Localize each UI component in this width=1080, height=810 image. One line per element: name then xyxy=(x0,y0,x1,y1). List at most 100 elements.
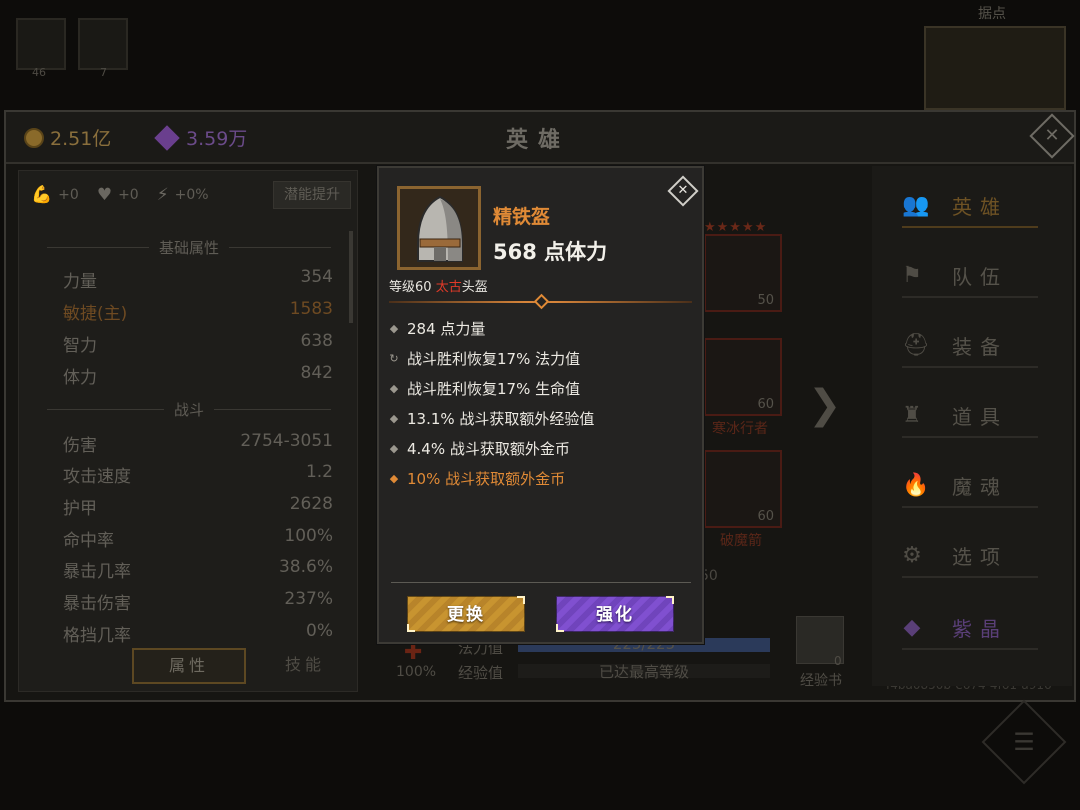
replace-button[interactable]: 更换 xyxy=(407,596,525,632)
stat-label: 体力 xyxy=(63,368,97,388)
item-quality: 太古 xyxy=(435,280,462,295)
stat-label: 命中率 xyxy=(63,531,114,551)
purple-gem-icon xyxy=(154,124,180,151)
gold-amount: 2.51亿 xyxy=(50,128,112,150)
weapon-name: 破魔箭 xyxy=(720,533,762,549)
affix-line: ◆ 284 点力量 xyxy=(389,318,486,339)
nav-item-equipment[interactable]: ⛑ 装备 xyxy=(902,324,1038,368)
nav-label: 道具 xyxy=(952,404,1008,429)
bg-skill-slot-1 xyxy=(16,18,66,70)
stat-value: 237% xyxy=(284,589,333,609)
nav-item-hero[interactable]: 👥 英雄 xyxy=(902,184,1038,228)
stats-panel: 💪 +0 ♥ +0 ⚡ +0% 潜能提升 基础属性 力量 354 敏捷(主) 1… xyxy=(18,170,358,692)
basic-attributes-label: 基础属性 xyxy=(159,239,220,257)
stat-row-hit-rate: 命中率 100% xyxy=(63,526,333,551)
stat-row-armor: 护甲 2628 xyxy=(63,494,333,519)
affix-line: ◆ 13.1% 战斗获取额外经验值 xyxy=(389,408,595,429)
speed-bonus-value: +0% xyxy=(174,187,209,203)
bg-slot-count-2: 7 xyxy=(100,66,107,79)
nav-item-items[interactable]: ♜ 道具 xyxy=(902,394,1038,438)
strength-arm-icon: 💪 xyxy=(31,185,53,205)
nav-item-crystal[interactable]: ◆ 紫晶 xyxy=(902,606,1038,650)
stat-label: 暴击伤害 xyxy=(63,594,131,614)
stat-label: 攻击速度 xyxy=(63,467,131,487)
stat-row-agility: 敏捷(主) 1583 xyxy=(63,299,333,324)
stat-value: 1.2 xyxy=(305,462,333,482)
enhance-button[interactable]: 强化 xyxy=(556,596,674,632)
button-corner xyxy=(556,624,564,632)
strength-bonus-value: +0 xyxy=(58,187,79,203)
combat-heading: 战斗 xyxy=(47,399,331,420)
helmet-icon: ⛑ xyxy=(902,332,938,358)
stats-scrollbar[interactable] xyxy=(349,231,353,323)
window-header: 2.51亿 3.59万 英雄 ✕ xyxy=(6,112,1075,164)
diamond-bullet-icon: ◆ xyxy=(389,412,399,425)
stat-row-damage: 伤害 2754-3051 xyxy=(63,431,333,456)
potential-upgrade-button[interactable]: 潜能提升 xyxy=(273,181,351,209)
crystal-icon: ◆ xyxy=(903,614,929,640)
stat-label: 护甲 xyxy=(63,499,97,519)
button-corner xyxy=(517,596,525,604)
tab-skills[interactable]: 技能 xyxy=(250,648,360,684)
nav-label: 装备 xyxy=(952,334,1008,359)
gem-display: 3.59万 xyxy=(154,124,247,151)
slot-level: 60 xyxy=(757,397,774,412)
tab-attributes[interactable]: 属性 xyxy=(132,648,246,684)
equipment-slot-boots[interactable]: 60 xyxy=(704,338,782,416)
diamond-bullet-icon: ◆ xyxy=(389,442,399,455)
nav-item-options[interactable]: ⚙ 选项 xyxy=(902,534,1038,578)
combat-label: 战斗 xyxy=(174,401,205,419)
exp-book-count: 0 xyxy=(834,654,842,668)
nav-label: 队伍 xyxy=(952,264,1008,289)
map-label: 据点 xyxy=(978,6,1006,22)
boots-name: 寒冰行者 xyxy=(712,421,768,437)
affix-text: 10% 战斗获取额外金币 xyxy=(407,470,566,488)
tooltip-bottom-divider xyxy=(391,582,691,583)
equipment-slot-weapon[interactable]: 60 xyxy=(704,450,782,528)
replace-button-label: 更换 xyxy=(447,605,485,625)
close-tooltip-button[interactable]: ✕ xyxy=(667,175,699,207)
stat-label: 智力 xyxy=(63,336,97,356)
basic-attributes-heading: 基础属性 xyxy=(47,237,331,258)
stat-label: 敏捷(主) xyxy=(63,304,128,324)
stat-label: 暴击几率 xyxy=(63,562,131,582)
slot-level: 50 xyxy=(757,293,774,308)
divider-diamond-icon xyxy=(533,293,550,310)
gold-coin-icon xyxy=(24,127,44,148)
window-title: 英雄 xyxy=(506,128,571,153)
diamond-bullet-icon: ◆ xyxy=(389,472,399,485)
next-page-arrow[interactable]: ❯ xyxy=(808,382,842,428)
stat-value: 638 xyxy=(300,331,333,351)
affix-text: 4.4% 战斗获取额外金币 xyxy=(407,440,570,458)
affix-line: ↻ 战斗胜利恢复17% 法力值 xyxy=(389,348,580,369)
affix-text: 战斗胜利恢复17% 生命值 xyxy=(407,380,581,398)
affix-text: 战斗胜利恢复17% 法力值 xyxy=(407,350,581,368)
stat-value: 842 xyxy=(300,363,333,383)
item-tooltip: 精铁盔 568 点体力 ✕ 等级60 太古头盔 ◆ 284 点力量 ↻ 战斗胜利… xyxy=(377,166,704,644)
stat-row-stamina: 体力 842 xyxy=(63,363,333,388)
item-icon-frame xyxy=(397,186,481,270)
bg-slot-count-1: 46 xyxy=(32,66,46,79)
side-nav: 👥 英雄 ⚑ 队伍 ⛑ 装备 ♜ 道具 🔥 魔魂 ⚙ 选项 ◆ 紫晶 xyxy=(872,166,1072,686)
exp-book-label: 经验书 xyxy=(800,673,842,689)
stat-value: 2754-3051 xyxy=(240,431,333,451)
nav-item-soul[interactable]: 🔥 魔魂 xyxy=(902,464,1038,508)
item-level-type: 等级60 太古头盔 xyxy=(389,276,488,295)
lightning-icon: ⚡ xyxy=(156,185,169,205)
helmet-icon xyxy=(417,195,463,262)
equipment-slot-pet[interactable]: 50 xyxy=(704,234,782,312)
item-main-stat: 568 点体力 xyxy=(493,240,608,264)
minimap xyxy=(924,26,1066,110)
nav-label: 紫晶 xyxy=(952,616,1008,641)
stat-row-strength: 力量 354 xyxy=(63,267,333,292)
nav-label: 魔魂 xyxy=(952,474,1008,499)
stat-value: 354 xyxy=(300,267,333,287)
gear-icon: ⚙ xyxy=(902,542,930,568)
hero-stars: ★★★★★ xyxy=(704,220,768,235)
nav-item-team[interactable]: ⚑ 队伍 xyxy=(902,254,1038,298)
close-window-button[interactable]: ✕ xyxy=(1029,113,1075,159)
item-name: 精铁盔 xyxy=(493,206,551,228)
stat-row-attack-speed: 攻击速度 1.2 xyxy=(63,462,333,487)
stat-value: 38.6% xyxy=(278,557,333,577)
refresh-bullet-icon: ↻ xyxy=(389,352,399,365)
